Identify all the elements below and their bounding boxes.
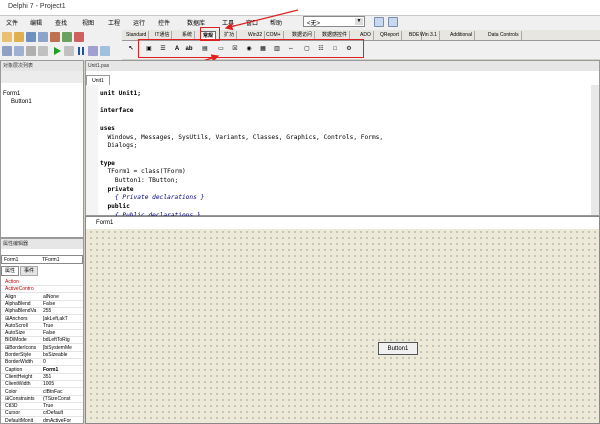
tree-item-label: Button1: [11, 99, 32, 105]
code-line: uses: [100, 124, 115, 132]
object-inspector: 属性编辑器 Form1 TForm1 属性 事件 Action ActiveCon…: [0, 238, 84, 424]
editor-header: Unit1.pas: [86, 61, 599, 71]
property-row[interactable]: DefaultMonit dmActiveFor: [1, 417, 83, 424]
treeview-header: 对象层次列表: [1, 61, 83, 71]
object-selector[interactable]: Form1 TForm1: [1, 255, 83, 264]
editor-gutter: [86, 85, 98, 215]
form-caption-text: Form1: [96, 220, 114, 226]
code-line: public: [100, 203, 130, 211]
form-designer[interactable]: Form1: [85, 216, 600, 424]
tree-item-label: Form1: [3, 91, 21, 97]
code-line: Windows, Messages, SysUtils, Variants, C…: [100, 133, 384, 141]
code-line: type: [100, 159, 115, 167]
code-line: private: [100, 185, 134, 193]
editor-scrollbar[interactable]: [591, 85, 599, 215]
code-line: interface: [100, 107, 134, 115]
object-treeview: 对象层次列表 Form1 Button1: [0, 60, 84, 238]
treeview-toolbar: [1, 71, 83, 83]
form-button1[interactable]: Button1: [378, 342, 418, 355]
object-type: TForm1: [42, 257, 60, 263]
code-line: unit Unit1;: [100, 90, 141, 97]
code-line: TForm1 = class(TForm): [100, 168, 186, 176]
property-name: DefaultMonit: [5, 417, 34, 424]
tree-item-button1[interactable]: Button1: [11, 99, 32, 105]
property-value: dmActiveFor: [43, 417, 72, 424]
code-editor[interactable]: Unit1.pas Unit1 unit Unit1; interface uses…: [85, 60, 600, 219]
object-name: Form1: [4, 257, 19, 263]
tab-unit1[interactable]: Unit1: [86, 75, 110, 85]
code-line: Button1: TButton;: [100, 177, 179, 184]
inspector-header: 属性编辑器: [1, 239, 83, 249]
code-line: Dialogs;: [100, 142, 138, 150]
tree-item-form1[interactable]: Form1: [3, 91, 20, 97]
form-caption: Form1: [86, 217, 599, 229]
tab-properties[interactable]: 属性: [1, 266, 19, 276]
property-grid: Action ActiveContro Align alNone AlphaBlend F…: [1, 278, 83, 424]
tab-events[interactable]: 事件: [20, 266, 38, 276]
form-grid[interactable]: [88, 229, 598, 423]
code-line: { Private declarations }: [100, 194, 205, 202]
